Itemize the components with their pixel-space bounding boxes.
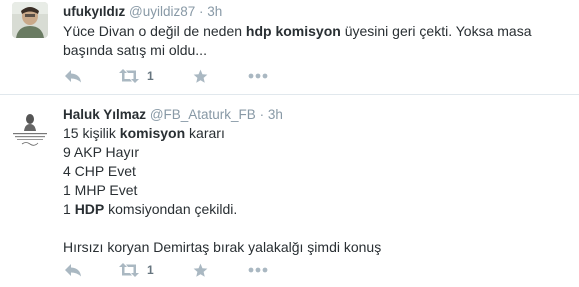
- text-line: 9 AKP Hayır: [63, 143, 563, 162]
- avatar-photo: [12, 2, 48, 38]
- reply-button[interactable]: [65, 261, 82, 279]
- text-line: 1 HDP komsiyondan çekildi.: [63, 200, 563, 219]
- tweet-header: ufukyıldız @uyildiz87 · 3h: [63, 3, 222, 21]
- tweet-actions: 1: [63, 261, 303, 279]
- tweet-text: 15 kişilik komisyon kararı 9 AKP Hayır 4…: [63, 124, 563, 257]
- text-line: Hırsızı koryan Demirtaş bırak yalakalğı …: [63, 238, 563, 257]
- tweet[interactable]: Haluk Yılmaz @FB_Ataturk_FB · 3h 15 kişi…: [0, 95, 579, 287]
- text-segment: 15 kişilik: [63, 125, 120, 141]
- tweet[interactable]: ufukyıldız @uyildiz87 · 3h Yüce Divan o …: [0, 0, 579, 95]
- timestamp[interactable]: 3h: [207, 4, 222, 19]
- more-button[interactable]: [248, 261, 268, 279]
- favorite-button[interactable]: [193, 261, 208, 279]
- text-segment: 1 MHP Evet: [63, 182, 138, 198]
- more-button[interactable]: [248, 67, 268, 85]
- star-icon: [193, 69, 208, 83]
- text-line: 15 kişilik komisyon kararı: [63, 124, 563, 143]
- more-dots-icon: [248, 267, 268, 273]
- reply-icon: [65, 69, 81, 82]
- text-highlight: hdp komisyon: [245, 23, 341, 39]
- reply-icon: [65, 263, 81, 276]
- text-segment: 4 CHP Evet: [63, 163, 136, 179]
- tweet-text: Yüce Divan o değil de neden hdp komisyon…: [63, 22, 563, 60]
- retweet-count: 1: [147, 263, 154, 277]
- star-icon: [193, 263, 208, 277]
- favorite-button[interactable]: [193, 67, 208, 85]
- avatar[interactable]: [10, 109, 50, 149]
- retweet-button[interactable]: 1: [119, 67, 154, 85]
- text-segment: komsiyondan çekildi.: [104, 201, 238, 217]
- text-segment: 9 AKP Hayır: [63, 144, 140, 160]
- fullname[interactable]: ufukyıldız: [63, 4, 125, 19]
- tweet-actions: 1: [63, 67, 303, 85]
- username[interactable]: @FB_Ataturk_FB: [150, 107, 256, 122]
- reply-button[interactable]: [65, 67, 82, 85]
- retweet-button[interactable]: 1: [119, 261, 154, 279]
- separator: ·: [259, 107, 265, 122]
- text-line: 1 MHP Evet: [63, 181, 563, 200]
- text-segment: 1: [63, 201, 75, 217]
- avatar[interactable]: [12, 2, 48, 38]
- timestamp[interactable]: 3h: [268, 107, 283, 122]
- retweet-icon: [119, 69, 139, 83]
- separator: ·: [199, 4, 204, 19]
- text-segment: kararı: [185, 125, 225, 141]
- text-segment: Hırsızı koryan Demirtaş bırak yalakalğı …: [63, 239, 382, 255]
- retweet-count: 1: [147, 69, 154, 83]
- username[interactable]: @uyildiz87: [129, 4, 195, 19]
- retweet-icon: [119, 263, 139, 277]
- text-line: 4 CHP Evet: [63, 162, 563, 181]
- more-dots-icon: [248, 73, 268, 79]
- fullname[interactable]: Haluk Yılmaz: [63, 107, 146, 122]
- text-highlight: komisyon: [119, 125, 186, 141]
- tweet-header: Haluk Yılmaz @FB_Ataturk_FB · 3h: [63, 106, 283, 124]
- avatar-photo: [10, 109, 50, 149]
- text-segment: Yüce Divan o değil de neden: [63, 23, 246, 39]
- text-highlight: HDP: [74, 201, 105, 217]
